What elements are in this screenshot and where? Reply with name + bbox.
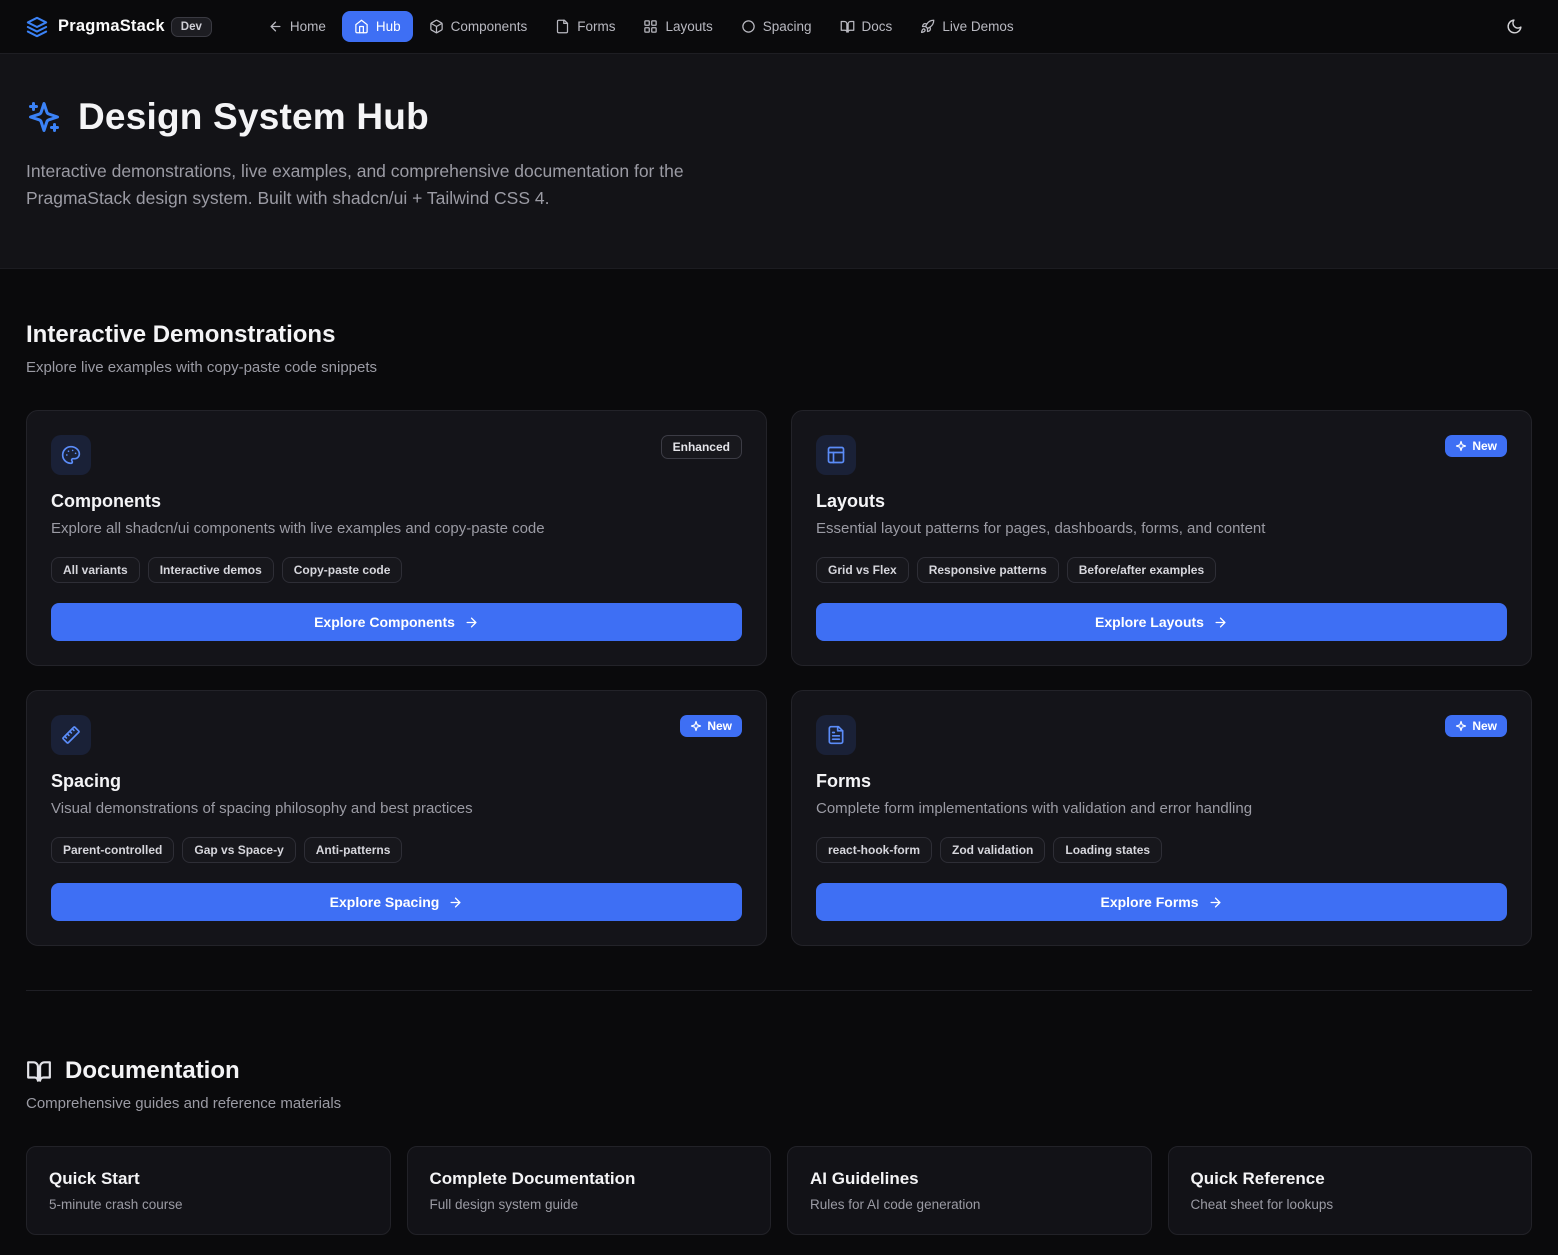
main-nav: Home Hub Components Forms Layouts Spacin… [256,11,1026,42]
demo-card-layouts: New Layouts Essential layout patterns fo… [791,410,1532,666]
navbar: PragmaStack Dev Home Hub Components Form… [0,0,1558,54]
tag: Interactive demos [148,557,274,583]
doc-card-complete-documentation[interactable]: Complete Documentation Full design syste… [407,1146,772,1235]
doc-card-quick-reference[interactable]: Quick Reference Cheat sheet for lookups [1168,1146,1533,1235]
tag: Copy-paste code [282,557,403,583]
nav-item-hub[interactable]: Hub [342,11,413,42]
sparkles-icon [690,720,702,732]
tag: Parent-controlled [51,837,174,863]
new-badge: New [1445,435,1507,457]
ruler-icon [51,715,91,755]
circle-icon [741,19,756,34]
rocket-icon [920,19,935,34]
arrow-right-icon [1213,615,1228,630]
tag: Grid vs Flex [816,557,909,583]
book-open-icon [26,1058,52,1084]
explore-layouts-button[interactable]: Explore Layouts [816,603,1507,641]
card-title: Forms [816,771,1507,792]
card-description: Explore all shadcn/ui components with li… [51,520,742,537]
card-description: Complete form implementations with valid… [816,800,1507,817]
doc-card-ai-guidelines[interactable]: AI Guidelines Rules for AI code generati… [787,1146,1152,1235]
card-description: Essential layout patterns for pages, das… [816,520,1507,537]
arrow-left-icon [268,19,283,34]
moon-icon [1506,18,1523,35]
tag-row: All variants Interactive demos Copy-past… [51,557,742,583]
file-icon [555,19,570,34]
arrow-right-icon [448,895,463,910]
tag: Responsive patterns [917,557,1059,583]
docs-grid: Quick Start 5-minute crash course Comple… [26,1146,1532,1235]
panels-icon [816,435,856,475]
explore-components-button[interactable]: Explore Components [51,603,742,641]
tag: All variants [51,557,140,583]
demo-card-forms: New Forms Complete form implementations … [791,690,1532,946]
palette-icon [51,435,91,475]
tag-row: react-hook-form Zod validation Loading s… [816,837,1507,863]
arrow-right-icon [464,615,479,630]
file-text-icon [816,715,856,755]
tag-row: Parent-controlled Gap vs Space-y Anti-pa… [51,837,742,863]
explore-forms-button[interactable]: Explore Forms [816,883,1507,921]
tag: Zod validation [940,837,1045,863]
package-icon [429,19,444,34]
demos-subheading: Explore live examples with copy-paste co… [26,359,1532,376]
documentation-section: Documentation Comprehensive guides and r… [26,1057,1532,1235]
nav-item-live-demos[interactable]: Live Demos [908,11,1025,42]
sparkles-icon [1455,720,1467,732]
arrow-right-icon [1208,895,1223,910]
env-badge: Dev [171,17,212,37]
grid-icon [643,19,658,34]
demos-heading: Interactive Demonstrations [26,321,1532,349]
tag: Before/after examples [1067,557,1216,583]
nav-item-components[interactable]: Components [417,11,540,42]
tag: Anti-patterns [304,837,403,863]
nav-item-forms[interactable]: Forms [543,11,627,42]
nav-item-spacing[interactable]: Spacing [729,11,824,42]
demo-card-spacing: New Spacing Visual demonstrations of spa… [26,690,767,946]
sparkles-icon [1455,440,1467,452]
doc-card-quick-start[interactable]: Quick Start 5-minute crash course [26,1146,391,1235]
demo-card-components: Enhanced Components Explore all shadcn/u… [26,410,767,666]
main-content: Interactive Demonstrations Explore live … [0,321,1558,1235]
enhanced-badge: Enhanced [661,435,742,459]
card-title: Layouts [816,491,1507,512]
section-divider [26,990,1532,991]
new-badge: New [1445,715,1507,737]
house-icon [354,19,369,34]
tag: react-hook-form [816,837,932,863]
nav-item-home[interactable]: Home [256,11,338,42]
card-title: Spacing [51,771,742,792]
layers-logo-icon [26,16,48,38]
interactive-demonstrations-section: Interactive Demonstrations Explore live … [26,321,1532,946]
theme-toggle-button[interactable] [1496,9,1532,45]
docs-heading: Documentation [26,1057,1532,1085]
brand[interactable]: PragmaStack [26,16,165,38]
tag-row: Grid vs Flex Responsive patterns Before/… [816,557,1507,583]
tag: Loading states [1053,837,1162,863]
book-open-icon [840,19,855,34]
page-title: Design System Hub [26,96,1532,138]
demo-grid: Enhanced Components Explore all shadcn/u… [26,410,1532,946]
brand-name: PragmaStack [58,17,165,36]
explore-spacing-button[interactable]: Explore Spacing [51,883,742,921]
nav-item-docs[interactable]: Docs [828,11,905,42]
docs-subheading: Comprehensive guides and reference mater… [26,1095,1532,1112]
sparkles-icon [26,99,62,135]
hero-subtitle: Interactive demonstrations, live example… [26,158,774,212]
nav-item-layouts[interactable]: Layouts [631,11,724,42]
card-description: Visual demonstrations of spacing philoso… [51,800,742,817]
hero: Design System Hub Interactive demonstrat… [0,54,1558,269]
tag: Gap vs Space-y [182,837,295,863]
new-badge: New [680,715,742,737]
card-title: Components [51,491,742,512]
